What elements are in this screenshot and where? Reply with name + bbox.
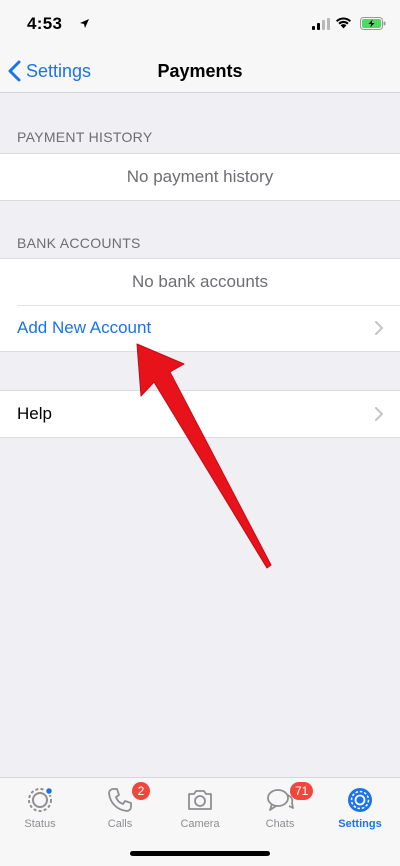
chevron-right-icon xyxy=(375,321,383,335)
add-new-account-label: Add New Account xyxy=(17,318,152,337)
status-icon xyxy=(28,786,54,812)
tab-status[interactable]: Status xyxy=(0,778,80,838)
help-group: Help xyxy=(0,390,400,438)
navigation-bar: Settings Payments xyxy=(0,50,400,93)
bank-accounts-group: No bank accounts Add New Account xyxy=(0,258,400,352)
location-arrow-icon xyxy=(80,19,89,28)
tab-calls[interactable]: 2 Calls xyxy=(80,778,160,838)
tab-camera[interactable]: Camera xyxy=(160,778,240,838)
payment-history-group: No payment history xyxy=(0,153,400,201)
help-button[interactable]: Help xyxy=(0,391,400,437)
phone-icon xyxy=(108,788,132,812)
no-bank-accounts-cell: No bank accounts xyxy=(131,272,269,291)
no-payment-history-cell: No payment history xyxy=(126,167,274,186)
add-new-account-button[interactable]: Add New Account xyxy=(0,305,400,351)
calls-badge: 2 xyxy=(132,782,150,800)
payment-history-header: PAYMENT HISTORY xyxy=(17,129,153,145)
wifi-icon xyxy=(336,17,351,29)
status-time: 4:53 xyxy=(27,14,63,33)
tab-settings-label: Settings xyxy=(338,818,382,830)
chevron-right-icon xyxy=(375,407,383,421)
chats-badge: 71 xyxy=(290,782,314,800)
home-indicator xyxy=(130,851,270,856)
tab-settings[interactable]: Settings xyxy=(320,778,400,838)
tab-camera-label: Camera xyxy=(180,818,220,830)
camera-icon xyxy=(188,790,212,810)
tab-calls-label: Calls xyxy=(107,818,133,830)
tab-chats[interactable]: 71 Chats xyxy=(240,778,320,838)
help-label: Help xyxy=(17,404,52,423)
tab-status-label: Status xyxy=(24,818,56,830)
bank-accounts-header: BANK ACCOUNTS xyxy=(17,235,141,251)
battery-charging-icon xyxy=(360,17,386,30)
gear-icon xyxy=(348,788,372,812)
status-bar: 4:53 xyxy=(0,0,400,50)
cellular-signal-icon xyxy=(312,18,330,30)
page-title: Payments xyxy=(157,61,243,81)
tab-chats-label: Chats xyxy=(265,818,295,830)
